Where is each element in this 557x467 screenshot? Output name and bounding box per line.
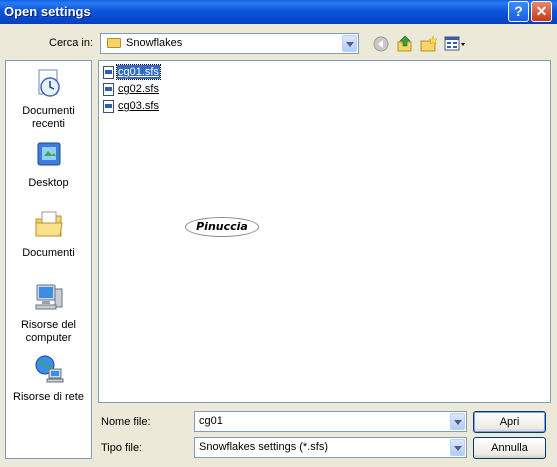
places-bar: Documenti recenti Desktop Documenti Riso… <box>5 60 92 459</box>
lookin-value: Snowflakes <box>126 37 183 49</box>
place-network[interactable]: Risorse di rete <box>6 353 91 404</box>
help-button[interactable]: ? <box>508 1 529 22</box>
window-title: Open settings <box>4 4 91 19</box>
settings-file-icon <box>103 83 114 96</box>
file-name: cg01.sfs <box>116 64 161 80</box>
place-desktop[interactable]: Desktop <box>6 139 91 190</box>
open-settings-dialog: Open settings ? ✕ Cerca in: Snowflakes D… <box>0 0 557 467</box>
folder-icon <box>107 38 121 48</box>
documents-folder-icon <box>35 211 63 237</box>
place-label: Documenti recenti <box>22 105 75 130</box>
recent-documents-icon <box>38 69 60 97</box>
filename-value: cg01 <box>199 415 223 427</box>
place-label: Desktop <box>28 177 69 189</box>
new-folder-icon[interactable] <box>420 35 438 53</box>
computer-icon <box>35 284 62 310</box>
settings-file-icon <box>103 100 114 113</box>
title-bar[interactable]: Open settings ? ✕ <box>0 0 557 24</box>
place-my-computer[interactable]: Risorse del computer <box>6 281 91 345</box>
place-label: Documenti <box>22 247 75 259</box>
filename-label: Nome file: <box>101 416 151 428</box>
chevron-down-icon[interactable] <box>450 413 465 430</box>
up-folder-icon[interactable] <box>396 35 414 53</box>
file-list[interactable]: cg01.sfs cg02.sfs cg03.sfs <box>98 60 551 403</box>
place-label: Risorse di rete <box>13 391 84 403</box>
lookin-combo[interactable]: Snowflakes <box>100 33 359 54</box>
close-button[interactable]: ✕ <box>531 1 552 22</box>
place-recent-documents[interactable]: Documenti recenti <box>6 67 91 131</box>
filename-input[interactable]: cg01 <box>194 411 467 432</box>
network-icon <box>35 355 63 383</box>
place-documents[interactable]: Documenti <box>6 209 91 260</box>
filetype-select[interactable]: Snowflakes settings (*.sfs) <box>194 437 467 458</box>
chevron-down-icon[interactable] <box>342 35 357 52</box>
lookin-label: Cerca in: <box>49 37 94 49</box>
filetype-label: Tipo file: <box>101 442 143 454</box>
settings-file-icon <box>103 66 114 79</box>
watermark-logo: Pinuccia <box>185 217 259 237</box>
views-menu-icon[interactable] <box>444 35 466 53</box>
back-arrow-icon[interactable] <box>372 35 390 53</box>
file-name: cg03.sfs <box>118 100 159 112</box>
question-mark-icon: ? <box>514 3 523 19</box>
place-label: Risorse del computer <box>20 319 77 344</box>
close-icon: ✕ <box>535 3 548 19</box>
desktop-icon <box>37 142 60 166</box>
open-button[interactable]: Apri <box>473 411 546 433</box>
cancel-button[interactable]: Annulla <box>473 437 546 459</box>
file-name: cg02.sfs <box>118 83 159 95</box>
chevron-down-icon[interactable] <box>450 439 465 456</box>
filetype-value: Snowflakes settings (*.sfs) <box>199 441 328 453</box>
